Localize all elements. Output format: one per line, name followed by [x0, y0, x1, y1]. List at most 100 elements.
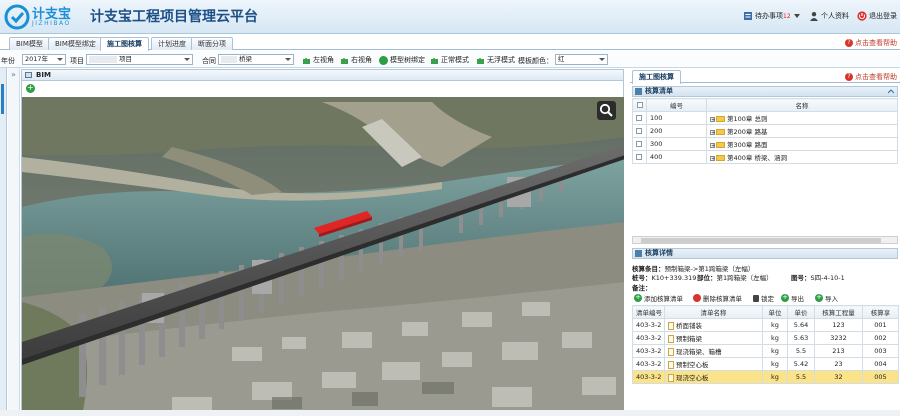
right-view-button[interactable]: 右视角	[340, 55, 372, 65]
row-code: 403-3-2	[632, 344, 665, 358]
row-name-cell: 预制空心板	[664, 357, 763, 371]
todo-menu[interactable]: 待办事项 12	[743, 11, 800, 21]
main-tabs: BIM模型 BIM模型绑定 施工图核算 计划进度 断面分项 ? 点击查看帮助	[0, 36, 900, 51]
left-view-button[interactable]: 左视角	[302, 55, 334, 65]
row-checkbox[interactable]	[632, 124, 647, 138]
row-quantity: 32	[814, 370, 863, 384]
scrollbar-thumb[interactable]	[641, 238, 881, 243]
model-tree-bind-button[interactable]: 模型树绑定	[379, 55, 425, 65]
row-code: 300	[646, 137, 707, 151]
delete-accounting-list-button[interactable]: 删除核算清单	[693, 293, 742, 303]
table-row[interactable]: 400 + 第400章 桥梁、涵洞	[632, 150, 898, 164]
bim-3d-viewport[interactable]	[21, 97, 624, 416]
no-float-mode-button[interactable]: 无浮模式	[476, 55, 515, 65]
document-icon	[668, 374, 674, 382]
puzzle-icon	[341, 57, 348, 64]
table-row[interactable]: 100 + 第100章 总则	[632, 111, 898, 125]
row-checkbox[interactable]	[632, 111, 647, 125]
logo: 计支宝 JIZHIBAO	[4, 3, 84, 31]
tab-construction-accounting-right[interactable]: 施工图核算	[632, 70, 681, 84]
redacted-text	[89, 56, 117, 63]
contract-value: 桥梁	[239, 55, 252, 63]
logout-link[interactable]: 退出登录	[857, 11, 897, 21]
row-quantity: 213	[814, 344, 863, 358]
project-select[interactable]: 项目	[86, 54, 193, 65]
collapse-up-icon[interactable]	[888, 89, 894, 94]
table-row[interactable]: 403-3-2 预制箱梁 kg 5.63 3232 002	[632, 331, 899, 345]
row-quantity: 3232	[814, 331, 863, 345]
row-name: 第400章 桥梁、涵洞	[727, 154, 787, 162]
detail-station-value: K10+339.319	[651, 274, 697, 282]
row-unit: kg	[762, 331, 788, 345]
row-name: 现浇箱梁、箱槽	[676, 348, 722, 356]
year-select[interactable]: 2017年	[22, 54, 66, 65]
add-icon[interactable]: +	[26, 84, 35, 93]
sidebar-handle[interactable]	[1, 84, 4, 114]
tab-bim-model[interactable]: BIM模型	[9, 37, 50, 50]
column-header-list-name: 清单名称	[664, 305, 763, 319]
document-icon	[668, 335, 674, 343]
table-row[interactable]: 300 + 第300章 路面	[632, 137, 898, 151]
normal-mode-button[interactable]: 正常模式	[430, 55, 469, 65]
row-name-cell: 桥面铺装	[664, 318, 763, 332]
lock-button[interactable]: 锁定	[753, 293, 774, 303]
select-all-checkbox[interactable]	[632, 98, 647, 112]
detail-part-line: 部位：第1跨箱梁（左幅）	[697, 272, 773, 282]
zoom-button[interactable]	[597, 101, 616, 120]
expand-icon[interactable]: +	[710, 116, 715, 122]
table-row-selected[interactable]: 403-3-2 现浇空心板 kg 5.5 32 005	[632, 370, 899, 384]
tab-schedule[interactable]: 计划进度	[151, 37, 193, 50]
template-color-select[interactable]: 红	[555, 54, 608, 65]
folder-icon	[716, 142, 725, 148]
app-header: 计支宝 JIZHIBAO 计支宝工程项目管理云平台 待办事项 12 个人资料 退…	[0, 0, 900, 34]
export-label: 导出	[791, 295, 804, 303]
tab-bim-binding[interactable]: BIM模型绑定	[48, 37, 103, 50]
help-link[interactable]: ? 点击查看帮助	[845, 38, 897, 48]
puzzle-icon	[431, 57, 438, 64]
row-name-cell: 现浇箱梁、箱槽	[664, 344, 763, 358]
row-name: 第300章 路面	[727, 141, 768, 149]
horizontal-scrollbar[interactable]	[632, 236, 898, 244]
row-checkbox[interactable]	[632, 150, 647, 164]
row-checkbox[interactable]	[632, 137, 647, 151]
lock-icon	[753, 294, 759, 302]
left-sidebar[interactable]	[0, 68, 7, 416]
table-row[interactable]: 403-3-2 桥面铺装 kg 5.64 123 001	[632, 318, 899, 332]
power-icon	[857, 11, 867, 21]
puzzle-icon	[477, 57, 484, 64]
expand-icon[interactable]: +	[710, 155, 715, 161]
expand-icon[interactable]: +	[710, 129, 715, 135]
expand-icon[interactable]: +	[710, 142, 715, 148]
collapse-handle[interactable]: »	[8, 68, 20, 416]
row-seq: 004	[862, 357, 899, 371]
column-header-code: 编号	[646, 98, 707, 112]
import-icon: +	[815, 293, 823, 302]
row-code: 403-3-2	[632, 331, 665, 345]
row-name-cell: 现浇空心板	[664, 370, 763, 384]
profile-link[interactable]: 个人资料	[809, 11, 849, 21]
row-code: 100	[646, 111, 707, 125]
table-row[interactable]: 403-3-2 预制空心板 kg 5.42 23 004	[632, 357, 899, 371]
table-row[interactable]: 200 + 第200章 路基	[632, 124, 898, 138]
chevron-down-icon	[793, 13, 800, 18]
row-code: 400	[646, 150, 707, 164]
contract-select[interactable]: 桥梁	[218, 54, 294, 65]
accounting-detail-header: 核算详情	[632, 248, 898, 259]
row-code: 200	[646, 124, 707, 138]
document-icon	[668, 361, 674, 369]
template-color-value: 红	[558, 55, 565, 63]
detail-drawing-line: 图号：S四-4-10-1	[791, 272, 845, 282]
export-button[interactable]: + 导出	[781, 293, 804, 303]
import-button[interactable]: + 导入	[815, 293, 838, 303]
row-name: 预制箱梁	[676, 335, 702, 343]
expand-icon: »	[11, 70, 16, 79]
row-unit: kg	[762, 344, 788, 358]
tab-section-items[interactable]: 断面分项	[191, 37, 233, 50]
table-row[interactable]: 403-3-2 现浇箱梁、箱槽 kg 5.5 213 003	[632, 344, 899, 358]
help-link-right[interactable]: ? 点击查看帮助	[845, 72, 897, 82]
tab-construction-accounting[interactable]: 施工图核算	[100, 37, 149, 51]
add-accounting-list-button[interactable]: + 添加核算清单	[634, 293, 683, 303]
column-header-price: 单价	[787, 305, 815, 319]
detail-drawing-label: 图号：	[791, 274, 811, 282]
list-icon	[635, 250, 642, 257]
